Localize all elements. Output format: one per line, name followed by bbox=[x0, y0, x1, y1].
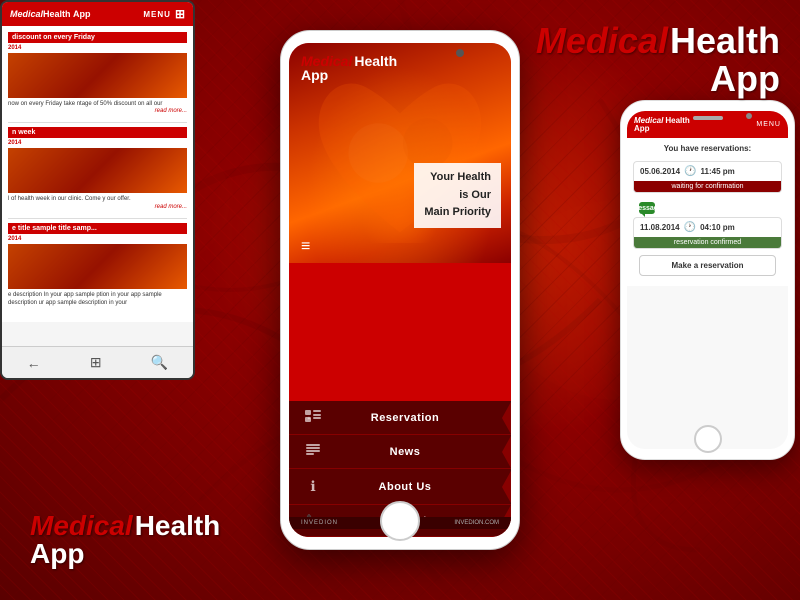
top-logo-medical: Medical bbox=[536, 20, 668, 62]
news-2-image bbox=[8, 148, 187, 193]
news-2-text: l of health week in our clinic. Come y o… bbox=[8, 195, 187, 203]
right-phone-logo: Medical Health App bbox=[634, 116, 690, 133]
center-phone-hero: Medical Health App Your Health is Our Ma… bbox=[289, 43, 511, 263]
brand-right: INVEDION.COM bbox=[454, 517, 499, 529]
svg-text:+: + bbox=[308, 416, 311, 422]
news-3-title: e title sample title samp... bbox=[8, 223, 187, 234]
reservation-icon: + bbox=[303, 410, 323, 425]
right-phone-home-button[interactable] bbox=[694, 425, 722, 453]
res-2-date-row: 11.08.2014 🕐 04:10 pm bbox=[634, 218, 781, 237]
right-phone-inner: Medical Health App MENU You have reserva… bbox=[627, 111, 788, 449]
res-1-date-row: 05.06.2014 🕐 11:45 pm bbox=[634, 162, 781, 181]
menu-label-news: News bbox=[333, 446, 477, 458]
res-2-clock-icon: 🕐 bbox=[684, 222, 696, 233]
bottom-logo-health: Health bbox=[135, 510, 221, 542]
menu-item-news[interactable]: News bbox=[289, 435, 511, 469]
top-logo-health: Health bbox=[670, 20, 780, 62]
center-tagline-box: Your Health is Our Main Priority bbox=[414, 163, 501, 228]
divider-1 bbox=[8, 122, 187, 123]
lph-app: App bbox=[73, 9, 91, 19]
left-phone-header: Medical Health App MENU ⊞ bbox=[2, 2, 193, 26]
res-1-status: waiting for confirmation bbox=[634, 181, 781, 192]
make-reservation-button[interactable]: Make a reservation bbox=[639, 255, 776, 276]
right-phone-header: Medical Health App MENU bbox=[627, 111, 788, 138]
rph-health: Health bbox=[665, 116, 689, 125]
windows-button[interactable]: ⊞ bbox=[90, 354, 102, 371]
res-1-date: 05.06.2014 bbox=[640, 167, 680, 176]
reservation-1: 05.06.2014 🕐 11:45 pm waiting for confir… bbox=[633, 161, 782, 193]
message-bubble-icon: message bbox=[639, 202, 655, 214]
news-3-text: e description In your app sample ption i… bbox=[8, 291, 187, 308]
left-phone-content: discount on every Friday 2014 now on eve… bbox=[2, 26, 193, 322]
news-1-text: now on every Friday take ntage of 50% di… bbox=[8, 100, 187, 108]
news-icon bbox=[303, 444, 323, 459]
news-1-date: 2014 bbox=[8, 45, 187, 51]
top-logo-app: App bbox=[536, 58, 780, 100]
lph-health: Health bbox=[43, 9, 71, 19]
bottom-left-logo: Medical Health App bbox=[30, 510, 220, 570]
res-2-time: 04:10 pm bbox=[700, 223, 735, 232]
right-phone-menu[interactable]: MENU bbox=[756, 121, 781, 128]
right-phone-content: You have reservations: 05.06.2014 🕐 11:4… bbox=[627, 138, 788, 286]
tagline-line1: Your Health bbox=[424, 169, 491, 187]
tagline-line3: Main Priority bbox=[424, 204, 491, 222]
left-phone-news-2: n week 2014 l of health week in our clin… bbox=[8, 127, 187, 209]
news-1-title: discount on every Friday bbox=[8, 32, 187, 43]
message-label: message bbox=[632, 205, 662, 212]
left-phone: Medical Health App MENU ⊞ discount on ev… bbox=[0, 0, 195, 380]
tagline-line2: is Our bbox=[424, 187, 491, 205]
brand-left: INVEDION bbox=[301, 517, 338, 529]
left-phone-menu-label: MENU bbox=[143, 10, 171, 19]
menu-label-about: About Us bbox=[333, 481, 477, 493]
news-2-date: 2014 bbox=[8, 140, 187, 146]
news-2-read-more[interactable]: read more... bbox=[8, 204, 187, 210]
news-3-date: 2014 bbox=[8, 236, 187, 242]
reservations-title: You have reservations: bbox=[633, 144, 782, 153]
left-phone-screen: Medical Health App MENU ⊞ discount on ev… bbox=[2, 2, 193, 378]
res-2-date: 11.08.2014 bbox=[640, 223, 680, 232]
top-right-logo: Medical Health App bbox=[536, 20, 780, 100]
center-phone-inner: Medical Health App Your Health is Our Ma… bbox=[289, 43, 511, 537]
res-1-clock-icon: 🕐 bbox=[684, 166, 696, 177]
res-2-status: reservation confirmed bbox=[634, 237, 781, 248]
left-phone-news-1: discount on every Friday 2014 now on eve… bbox=[8, 32, 187, 114]
left-phone-logo: Medical Health App bbox=[10, 9, 91, 19]
news-1-read-more[interactable]: read more... bbox=[8, 108, 187, 114]
cph-logo-app: App bbox=[301, 67, 397, 83]
center-home-button[interactable] bbox=[380, 501, 420, 541]
bottom-logo-app: App bbox=[30, 538, 220, 570]
center-hamburger-icon[interactable]: ≡ bbox=[301, 238, 310, 256]
lph-medical: Medical bbox=[10, 9, 43, 19]
menu-item-about[interactable]: ℹ About Us bbox=[289, 469, 511, 505]
search-button[interactable]: 🔍 bbox=[151, 354, 168, 371]
left-phone-news-3: e title sample title samp... 2014 e desc… bbox=[8, 223, 187, 308]
menu-item-reservation[interactable]: + Reservation bbox=[289, 401, 511, 435]
menu-label-reservation: Reservation bbox=[333, 412, 477, 424]
divider-2 bbox=[8, 218, 187, 219]
news-2-title: n week bbox=[8, 127, 187, 138]
cph-logo-health: Health bbox=[354, 53, 397, 69]
back-button[interactable]: ← bbox=[27, 355, 41, 371]
reservation-2: 11.08.2014 🕐 04:10 pm reservation confir… bbox=[633, 217, 782, 249]
info-icon: ℹ bbox=[303, 478, 323, 495]
left-phone-menu-icon[interactable]: ⊞ bbox=[175, 7, 185, 21]
center-phone-logo: Medical Health App bbox=[301, 53, 397, 83]
news-3-image bbox=[8, 244, 187, 289]
center-phone: Medical Health App Your Health is Our Ma… bbox=[280, 30, 520, 550]
news-1-image bbox=[8, 53, 187, 98]
res-1-time: 11:45 pm bbox=[701, 167, 735, 176]
right-phone: Medical Health App MENU You have reserva… bbox=[620, 100, 795, 460]
rph-app: App bbox=[634, 124, 690, 133]
left-phone-bottom-bar: ← ⊞ 🔍 bbox=[2, 346, 193, 378]
message-row: message bbox=[633, 199, 782, 217]
